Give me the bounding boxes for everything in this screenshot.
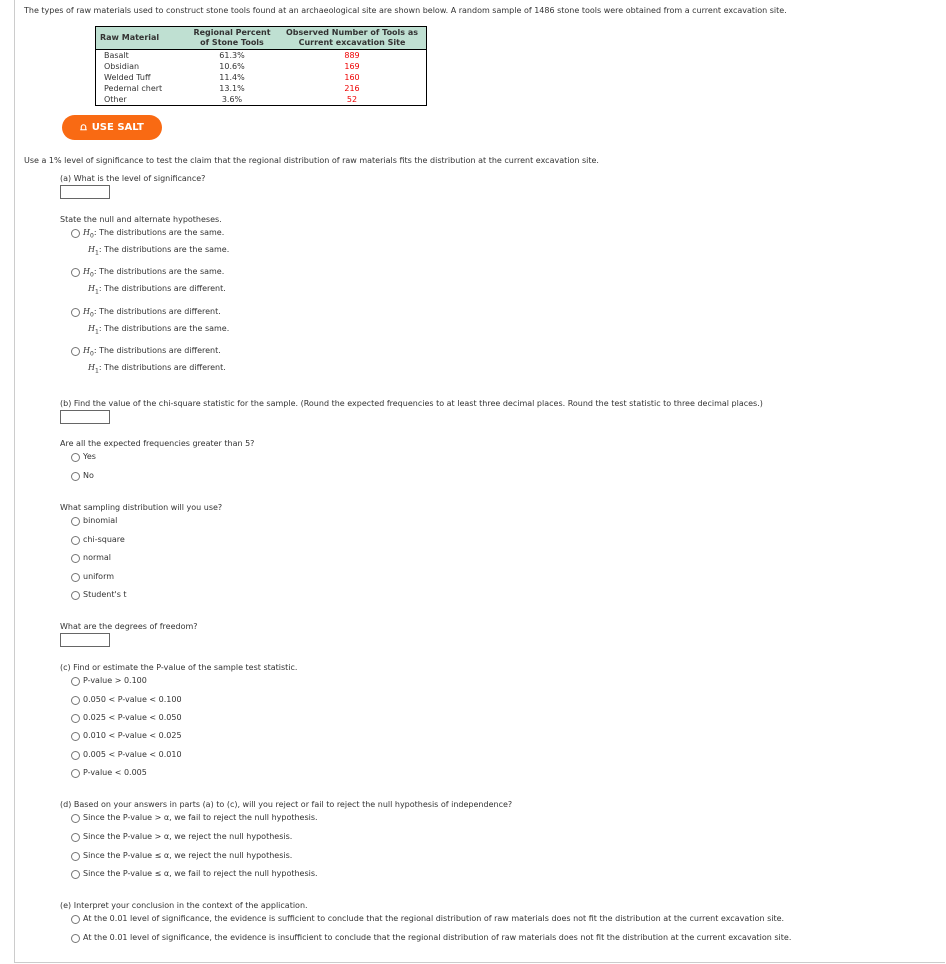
pvalue-label: 0.005 < P-value < 0.010 bbox=[83, 750, 182, 759]
pvalue-label: P-value > 0.100 bbox=[83, 676, 147, 685]
distribution-label: normal bbox=[83, 553, 112, 562]
pvalue-label: P-value < 0.005 bbox=[83, 768, 147, 777]
decision-radio[interactable] bbox=[71, 814, 80, 823]
expected-question: Are all the expected frequencies greater… bbox=[60, 439, 255, 448]
hypothesis-radio[interactable] bbox=[71, 229, 80, 238]
claim-text: Use a 1% level of significance to test t… bbox=[24, 156, 599, 165]
distribution-label: chi-square bbox=[83, 535, 125, 544]
pvalue-radio[interactable] bbox=[71, 732, 80, 741]
alt-hypothesis: H1: The distributions are different. bbox=[88, 284, 226, 296]
distribution-radio[interactable] bbox=[71, 573, 80, 582]
conclusion-label: At the 0.01 level of significance, the e… bbox=[83, 914, 785, 923]
material-cell: Basalt bbox=[104, 51, 129, 60]
distribution-label: uniform bbox=[83, 572, 115, 581]
df-input[interactable] bbox=[60, 633, 110, 647]
intro-text: The types of raw materials used to const… bbox=[24, 6, 787, 15]
hypothesis-radio[interactable] bbox=[71, 308, 80, 317]
yesno-label: No bbox=[83, 471, 94, 480]
material-cell: Welded Tuff bbox=[104, 73, 151, 82]
distribution-radio[interactable] bbox=[71, 517, 80, 526]
observed-cell: 889 bbox=[344, 51, 360, 60]
decision-radio[interactable] bbox=[71, 833, 80, 842]
distribution-radio[interactable] bbox=[71, 554, 80, 563]
distribution-radio[interactable] bbox=[71, 591, 80, 600]
part-b-question: (b) Find the value of the chi-square sta… bbox=[60, 399, 763, 408]
salt-icon: ⩍ bbox=[80, 122, 87, 133]
yesno-radio[interactable] bbox=[71, 453, 80, 462]
null-hypothesis: H0: The distributions are the same. bbox=[83, 228, 225, 240]
data-table: Raw Material Regional Percent of Stone T… bbox=[95, 26, 427, 106]
part-c-question: (c) Find or estimate the P-value of the … bbox=[60, 663, 298, 672]
chi-square-input[interactable] bbox=[60, 410, 110, 424]
null-hypothesis: H0: The distributions are different. bbox=[83, 307, 221, 319]
percent-cell: 11.4% bbox=[219, 73, 245, 82]
pvalue-label: 0.010 < P-value < 0.025 bbox=[83, 731, 182, 740]
yesno-label: Yes bbox=[83, 452, 96, 461]
null-hypothesis: H0: The distributions are the same. bbox=[83, 267, 225, 279]
pvalue-label: 0.050 < P-value < 0.100 bbox=[83, 695, 182, 704]
alt-hypothesis: H1: The distributions are the same. bbox=[88, 324, 230, 336]
part-a-question: (a) What is the level of significance? bbox=[60, 174, 206, 183]
table-row: Basalt 61.3% 889 bbox=[96, 50, 427, 62]
df-question: What are the degrees of freedom? bbox=[60, 622, 198, 631]
pvalue-radio[interactable] bbox=[71, 714, 80, 723]
observed-cell: 216 bbox=[344, 84, 360, 93]
yesno-radio[interactable] bbox=[71, 472, 80, 481]
observed-cell: 160 bbox=[344, 73, 360, 82]
conclusion-radio[interactable] bbox=[71, 934, 80, 943]
decision-label: Since the P-value > α, we fail to reject… bbox=[83, 813, 318, 822]
part-e-question: (e) Interpret your conclusion in the con… bbox=[60, 901, 308, 910]
percent-cell: 3.6% bbox=[221, 95, 243, 104]
pvalue-radio[interactable] bbox=[71, 751, 80, 760]
decision-label: Since the P-value > α, we reject the nul… bbox=[83, 832, 293, 841]
alt-hypothesis: H1: The distributions are the same. bbox=[88, 245, 230, 257]
header-observed: Observed Number of Tools as Current exca… bbox=[278, 26, 427, 50]
distribution-radio[interactable] bbox=[71, 536, 80, 545]
table-row: Welded Tuff 11.4% 160 bbox=[96, 72, 427, 83]
alt-hypothesis: H1: The distributions are different. bbox=[88, 363, 226, 375]
material-cell: Other bbox=[104, 95, 127, 104]
observed-cell: 52 bbox=[346, 95, 358, 104]
table-row: Pedernal chert 13.1% 216 bbox=[96, 83, 427, 94]
decision-label: Since the P-value ≤ α, we reject the nul… bbox=[83, 851, 293, 860]
part-d-question: (d) Based on your answers in parts (a) t… bbox=[60, 800, 513, 809]
decision-radio[interactable] bbox=[71, 870, 80, 879]
observed-cell: 169 bbox=[344, 62, 360, 71]
table-row: Obsidian 10.6% 169 bbox=[96, 61, 427, 72]
pvalue-radio[interactable] bbox=[71, 696, 80, 705]
conclusion-label: At the 0.01 level of significance, the e… bbox=[83, 933, 792, 942]
pvalue-radio[interactable] bbox=[71, 769, 80, 778]
material-cell: Pedernal chert bbox=[104, 84, 163, 93]
decision-label: Since the P-value ≤ α, we fail to reject… bbox=[83, 869, 318, 878]
hypothesis-radio[interactable] bbox=[71, 347, 80, 356]
header-material: Raw Material bbox=[95, 26, 186, 50]
material-cell: Obsidian bbox=[104, 62, 140, 71]
null-hypothesis: H0: The distributions are different. bbox=[83, 346, 221, 358]
header-percent: Regional Percent of Stone Tools bbox=[186, 26, 278, 50]
use-salt-button[interactable]: ⩍ USE SALT bbox=[62, 115, 162, 140]
percent-cell: 13.1% bbox=[219, 84, 245, 93]
distribution-label: binomial bbox=[83, 516, 118, 525]
significance-input[interactable] bbox=[60, 185, 110, 199]
pvalue-radio[interactable] bbox=[71, 677, 80, 686]
distribution-question: What sampling distribution will you use? bbox=[60, 503, 223, 512]
decision-radio[interactable] bbox=[71, 852, 80, 861]
table-row: Other 3.6% 52 bbox=[96, 94, 427, 106]
pvalue-label: 0.025 < P-value < 0.050 bbox=[83, 713, 182, 722]
hypothesis-radio[interactable] bbox=[71, 268, 80, 277]
hypotheses-prompt: State the null and alternate hypotheses. bbox=[60, 215, 222, 224]
distribution-label: Student's t bbox=[83, 590, 127, 599]
conclusion-radio[interactable] bbox=[71, 915, 80, 924]
percent-cell: 10.6% bbox=[219, 62, 245, 71]
percent-cell: 61.3% bbox=[219, 51, 245, 60]
